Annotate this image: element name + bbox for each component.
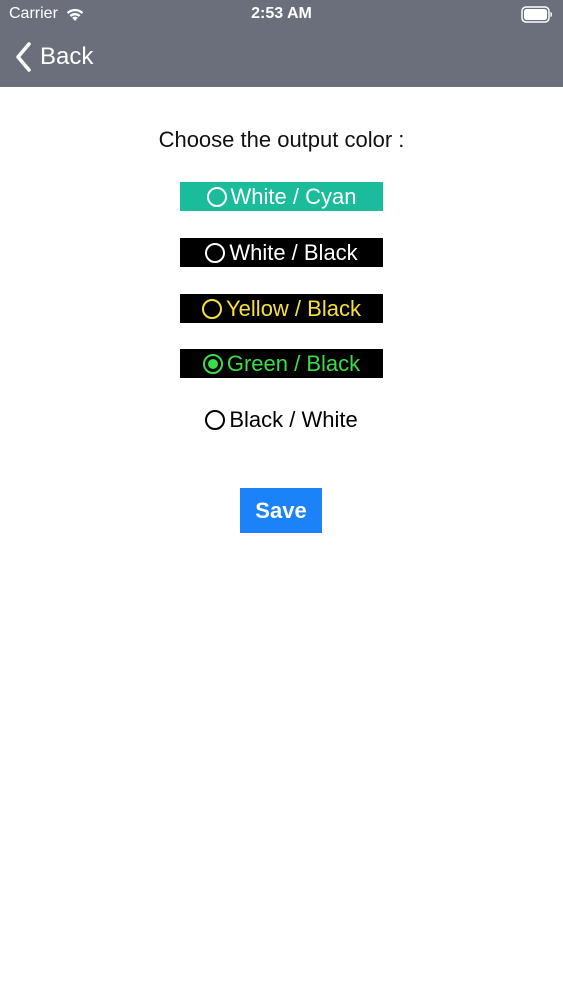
back-label: Back [40,43,94,70]
back-button[interactable]: Back [14,41,93,73]
color-option-yellow-black[interactable]: Yellow / Black [180,294,383,323]
top-bar: Carrier 2:53 AM Back [0,0,563,87]
radio-selected-icon [202,353,223,374]
battery-icon [521,6,552,23]
color-option-green-black[interactable]: Green / Black [180,349,383,378]
color-option-white-cyan[interactable]: White / Cyan [180,182,383,211]
option-label: Black / White [229,406,358,432]
radio-unselected-icon [206,186,227,207]
radio-unselected-icon [202,298,223,319]
radio-unselected-icon [205,409,226,430]
save-button[interactable]: Save [240,488,322,533]
screen: Carrier 2:53 AM Back Choose the output c… [0,0,563,1000]
prompt-label: Choose the output color : [158,127,405,152]
color-option-white-black[interactable]: White / Black [180,238,383,267]
chevron-left-icon [16,42,31,72]
radio-unselected-icon [205,242,226,263]
option-label: Green / Black [226,350,361,376]
option-label: White / Cyan [230,183,357,209]
status-bar: Carrier 2:53 AM [0,0,563,30]
color-option-black-white[interactable]: Black / White [180,405,383,434]
status-time: 2:53 AM [251,5,312,22]
option-label: White / Black [229,239,358,265]
option-label: Yellow / Black [226,295,361,321]
navigation-bar: Back [0,30,563,87]
